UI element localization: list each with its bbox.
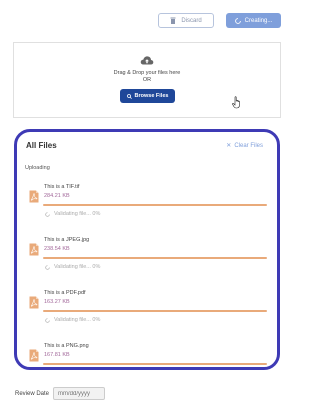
file-pdf-icon — [29, 296, 39, 309]
file-list: This is a TIF.tif 284.21 KB Validating f… — [26, 182, 271, 367]
all-files-panel: All Files ✕ Clear Files Uploading This i… — [14, 129, 280, 370]
browse-files-button[interactable]: Browse Files — [120, 89, 175, 103]
upload-progress-bar — [43, 310, 267, 312]
file-name: This is a TIF.tif — [44, 184, 80, 190]
file-size: 284.21 KB — [44, 193, 70, 199]
file-name: This is a PNG.png — [44, 343, 89, 349]
file-name: This is a PDF.pdf — [44, 290, 86, 296]
creating-label: Creating... — [244, 17, 273, 24]
cloud-upload-icon — [140, 56, 154, 65]
creating-button[interactable]: Creating... — [226, 13, 281, 28]
refresh-icon — [45, 317, 50, 323]
file-pdf-icon — [29, 243, 39, 256]
refresh-icon — [45, 264, 50, 270]
upload-progress-bar — [43, 204, 267, 206]
refresh-icon — [45, 211, 50, 217]
clear-files-label: Clear Files — [234, 142, 263, 149]
close-icon: ✕ — [226, 143, 232, 149]
dropzone-title: Drag & Drop your files here — [113, 70, 181, 76]
upload-progress-fill — [43, 257, 267, 259]
file-row: This is a JPEG.jpg 238.54 KB Validating … — [26, 235, 271, 274]
file-status: Validating file... 0% — [45, 211, 100, 217]
file-row: This is a PNG.png 167.81 KB Validating f… — [26, 341, 271, 367]
dropzone-or: OR — [142, 77, 152, 83]
uploading-heading: Uploading — [25, 165, 50, 171]
file-size: 167.81 KB — [44, 352, 70, 358]
all-files-title: All Files — [26, 141, 57, 150]
upload-progress-fill — [43, 204, 267, 206]
trash-icon — [170, 17, 176, 24]
file-status: Validating file... 0% — [45, 317, 100, 323]
discard-label: Discard — [181, 17, 202, 24]
file-row: This is a TIF.tif 284.21 KB Validating f… — [26, 182, 271, 221]
upload-progress-fill — [43, 363, 267, 365]
file-pdf-icon — [29, 349, 39, 362]
file-status: Validating file... 0% — [45, 264, 100, 270]
review-date-input[interactable] — [53, 387, 105, 400]
file-status-text: Validating file... 0% — [54, 264, 101, 270]
file-row: This is a PDF.pdf 163.27 KB Validating f… — [26, 288, 271, 327]
hand-cursor-icon — [232, 96, 240, 109]
file-status-text: Validating file... 0% — [54, 211, 101, 217]
review-date-label: Review Date — [15, 391, 50, 397]
discard-button[interactable]: Discard — [158, 13, 214, 28]
file-status-text: Validating file... 0% — [54, 317, 101, 323]
upload-progress-fill — [43, 310, 267, 312]
upload-progress-bar — [43, 257, 267, 259]
clear-files-button[interactable]: ✕ Clear Files — [226, 142, 263, 150]
spinner-icon — [234, 17, 241, 24]
file-pdf-icon — [29, 190, 39, 203]
upload-progress-bar — [43, 363, 267, 365]
file-size: 238.54 KB — [44, 246, 70, 252]
search-icon — [126, 93, 132, 99]
file-name: This is a JPEG.jpg — [44, 237, 90, 243]
file-size: 163.27 KB — [44, 299, 70, 305]
browse-files-label: Browse Files — [134, 93, 169, 99]
